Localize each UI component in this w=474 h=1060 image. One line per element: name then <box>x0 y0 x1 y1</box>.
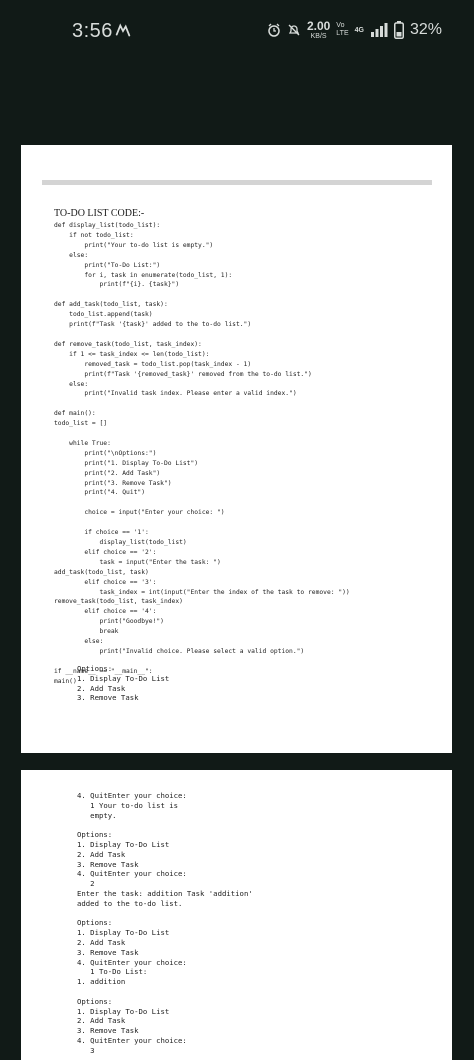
program-output: Options: 1. Display To-Do List 2. Add Ta… <box>77 664 170 703</box>
page-divider <box>42 180 432 185</box>
status-bar: 3:56 2.00 KB/S Vo LTE 4G 32% <box>0 0 474 70</box>
clock: 3:56 <box>72 20 113 42</box>
volte-top: Vo <box>336 22 345 29</box>
volte-indicator: Vo LTE <box>336 22 348 38</box>
network-type: 4G <box>354 26 364 34</box>
alarm-icon <box>268 23 280 37</box>
signal-icon <box>370 23 388 37</box>
code-block: def display_list(todo_list): if not todo… <box>54 222 350 685</box>
program-output: 4. QuitEnter your choice: 1 Your to-do l… <box>77 791 253 1055</box>
mute-icon <box>288 24 300 36</box>
network-speed-value: 2.00 <box>306 19 331 33</box>
network-speed-unit: KB/S <box>310 33 327 40</box>
status-icons: 2.00 KB/S Vo LTE 4G 32% <box>267 20 442 40</box>
notification-icon <box>115 23 131 37</box>
network-speed: 2.00 KB/S <box>307 20 330 40</box>
document-heading: TO-DO LIST CODE:- <box>54 208 145 219</box>
battery-icon <box>393 21 404 39</box>
battery-percent: 32% <box>409 21 442 38</box>
document-page-1[interactable]: TO-DO LIST CODE:- def display_list(todo_… <box>21 145 452 753</box>
volte-bottom: LTE <box>336 30 349 37</box>
document-page-2[interactable]: 4. QuitEnter your choice: 1 Your to-do l… <box>21 770 452 1060</box>
